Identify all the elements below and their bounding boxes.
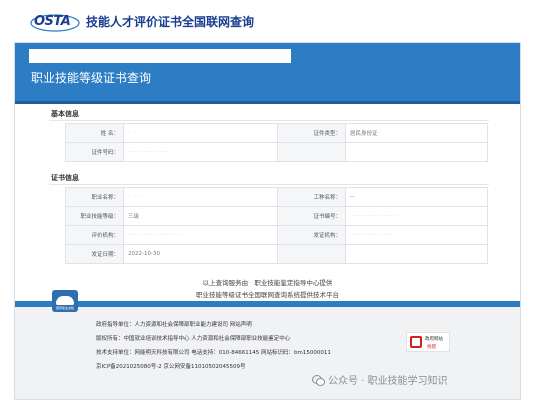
table-row: 职业名称： · ·· ··· 工种名称： -- [65, 187, 488, 207]
cert-info-table: 职业名称： · ·· ··· 工种名称： -- 职业技能等级： 三级 证书编号：… [65, 187, 488, 264]
divider [49, 120, 489, 121]
gov-error-report-button[interactable]: 政府网站 找错 [406, 332, 450, 352]
job-type-value: -- [345, 187, 488, 207]
osta-logo[interactable]: OSTA [30, 12, 80, 34]
issuer-value: ··················· [345, 225, 488, 245]
occupation-label: 职业名称： [65, 187, 124, 207]
name-label: 姓 名： [65, 123, 124, 143]
service-provider-note: 以上查询服务由· ·职业技能鉴定指导中心提供 [15, 277, 520, 287]
gov-site-icon [410, 336, 422, 348]
cert-no-value: ····················· [345, 206, 488, 226]
wechat-icon [312, 375, 325, 386]
cert-type-value: 居民身份证 [345, 123, 488, 143]
issuer-label: 发证机构： [277, 225, 346, 245]
note-prefix: 以上查询服务由 [202, 279, 249, 287]
footer-icp[interactable]: 京ICP备2021025080号-2 京公网安备11010502045509号 [96, 362, 246, 370]
cert-type-label: 证件类型： [277, 123, 346, 143]
table-row: 证件号码： ·················· [65, 142, 488, 162]
banner-stripe [15, 101, 520, 104]
id-value: ·················· [123, 142, 278, 162]
footer-copyright: 版权所有：中国就业培训技术指导中心 人力资源和社会保障部职业技能鉴定中心 [96, 336, 291, 342]
section-title-cert-info: 证书信息 [51, 174, 79, 182]
footer-support: 技术支持单位：网能明天科技有限公司 电话支持：010-84661145 网站标识… [96, 350, 331, 356]
empty-cell [345, 244, 488, 264]
table-row: 姓 名： · ·· · 证件类型： 居民身份证 [65, 123, 488, 143]
watermark: 公众号 · 职业技能学习知识 [312, 372, 448, 387]
gov-label: 政府网站 [425, 337, 443, 342]
table-row: 职业技能等级： 三级 证书编号： ····················· [65, 206, 488, 226]
section-title-basic-info: 基本信息 [51, 110, 79, 118]
level-value: 三级 [123, 206, 278, 226]
date-label: 发证日期： [65, 244, 124, 264]
logo-text: OSTA [34, 14, 71, 29]
cert-no-label: 证书编号： [277, 206, 346, 226]
page-title: 职业技能等级证书查询 [31, 71, 152, 85]
badge-emblem [56, 296, 74, 305]
occupation-value: · ·· ··· [123, 187, 278, 207]
top-header: OSTA 技能人才评价证书全国联网查询 [0, 0, 537, 40]
org-label: 评价机构： [65, 225, 124, 245]
gov-error-label: 找错 [427, 345, 436, 350]
org-value: ························ [123, 225, 278, 245]
watermark-text: 公众号 · 职业技能学习知识 [328, 376, 448, 387]
basic-info-table: 姓 名： · ·· · 证件类型： 居民身份证 证件号码： ··········… [65, 123, 488, 162]
site-title: 技能人才评价证书全国联网查询 [86, 15, 255, 29]
table-row: 评价机构： ························ 发证机构： ···… [65, 225, 488, 245]
note-suffix: 职业技能鉴定指导中心提供 [254, 279, 333, 287]
redacted-banner-text [29, 49, 291, 63]
id-label: 证件号码： [65, 142, 124, 162]
osta-badge-icon[interactable]: 国家职业资格 [52, 290, 78, 312]
empty-cell [345, 142, 488, 162]
badge-text: 国家职业资格 [55, 306, 74, 310]
divider [49, 184, 489, 185]
empty-cell [277, 244, 346, 264]
banner: 职业技能等级证书查询 [15, 43, 520, 101]
platform-note: 职业技能等级证书全国联网查询系统提供技术平台 [196, 291, 339, 299]
empty-cell [277, 142, 346, 162]
level-label: 职业技能等级： [65, 206, 124, 226]
name-value: · ·· · [123, 123, 278, 143]
job-type-label: 工种名称： [277, 187, 346, 207]
table-row: 发证日期： 2022-10-30 [65, 244, 488, 264]
footer-guidance[interactable]: 政府指导单位：人力资源和社会保障部职业能力建设司 网站声明 [96, 320, 252, 328]
date-value: 2022-10-30 [123, 244, 278, 264]
